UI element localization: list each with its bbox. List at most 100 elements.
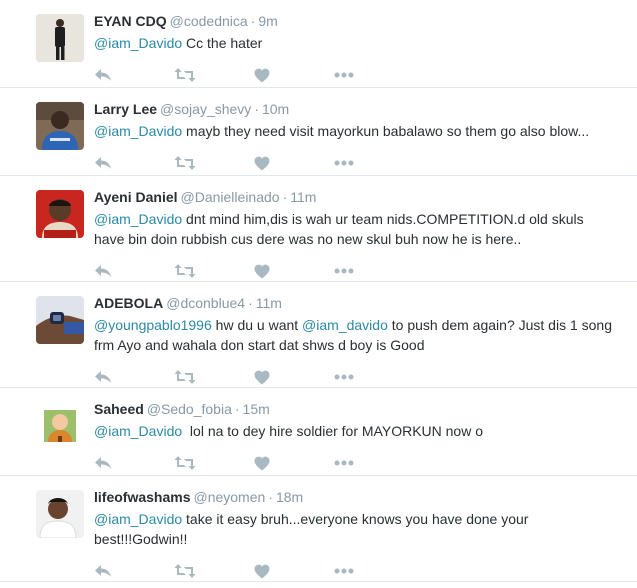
- more-button[interactable]: [334, 561, 414, 581]
- reply-button[interactable]: [94, 453, 174, 473]
- tweet-text: @iam_Davido Cc the hater: [94, 33, 614, 53]
- reply-button[interactable]: [94, 65, 174, 85]
- tweet[interactable]: lifeofwashams @neyomen · 18m @iam_Davido ta…: [0, 476, 637, 582]
- user-handle[interactable]: @Sedo_fobia: [147, 401, 232, 417]
- display-name[interactable]: Ayeni Daniel: [94, 189, 178, 205]
- retweet-icon: [174, 156, 196, 170]
- retweet-icon: [174, 370, 196, 384]
- like-button[interactable]: [254, 65, 334, 85]
- user-handle[interactable]: @sojay_shevy: [160, 101, 251, 117]
- more-button[interactable]: [334, 367, 414, 387]
- avatar-man-white: [36, 490, 84, 538]
- mention-link[interactable]: @iam_Davido: [94, 211, 182, 227]
- timestamp[interactable]: 10m: [262, 101, 289, 117]
- mention-link[interactable]: @youngpablo1996: [94, 317, 212, 333]
- tweet-feed: EYAN CDQ @codednica · 9m @iam_Davido Cc the…: [0, 0, 637, 582]
- user-handle[interactable]: @codednica: [170, 13, 248, 29]
- like-button[interactable]: [254, 153, 334, 173]
- reply-button[interactable]: [94, 261, 174, 281]
- timestamp[interactable]: 11m: [290, 189, 316, 205]
- retweet-button[interactable]: [174, 261, 254, 281]
- display-name[interactable]: Larry Lee: [94, 101, 157, 117]
- avatar[interactable]: [36, 190, 84, 238]
- tweet[interactable]: Ayeni Daniel @Danielleinado · 11m @iam_Davi…: [0, 176, 637, 282]
- more-icon: [334, 72, 354, 78]
- avatar[interactable]: [36, 14, 84, 62]
- mention-link[interactable]: @iam_Davido: [94, 423, 182, 439]
- tweet[interactable]: EYAN CDQ @codednica · 9m @iam_Davido Cc the…: [0, 0, 637, 88]
- like-button[interactable]: [254, 561, 334, 581]
- tweet-actions: [94, 259, 625, 283]
- separator-dot: ·: [282, 189, 288, 205]
- retweet-button[interactable]: [174, 153, 254, 173]
- tweet-body: Cc the hater: [182, 35, 263, 51]
- like-button[interactable]: [254, 261, 334, 281]
- tweet-header: Ayeni Daniel @Danielleinado · 11m: [94, 188, 625, 206]
- retweet-button[interactable]: [174, 561, 254, 581]
- heart-icon: [254, 456, 270, 470]
- avatar[interactable]: [36, 490, 84, 538]
- more-icon: [334, 160, 354, 166]
- tweet-header: ADEBOLA @dconblue4 · 11m: [94, 294, 625, 312]
- mention-link-2[interactable]: @iam_davido: [302, 317, 388, 333]
- tweet-text: @youngpablo1996 hw du u want @iam_davido…: [94, 315, 614, 355]
- timestamp[interactable]: 9m: [258, 13, 277, 29]
- avatar-man-blue: [36, 102, 84, 150]
- tweet-body: mayb they need visit mayorkun babalawo s…: [182, 123, 590, 139]
- reply-icon: [95, 265, 111, 277]
- avatar[interactable]: [36, 402, 84, 450]
- avatar[interactable]: [36, 296, 84, 344]
- like-button[interactable]: [254, 453, 334, 473]
- user-handle[interactable]: @neyomen: [193, 489, 265, 505]
- tweet[interactable]: Larry Lee @sojay_shevy · 10m @iam_Davido ma…: [0, 88, 637, 176]
- like-button[interactable]: [254, 367, 334, 387]
- tweet-actions: [94, 559, 625, 583]
- display-name[interactable]: Saheed: [94, 401, 144, 417]
- display-name[interactable]: EYAN CDQ: [94, 13, 167, 29]
- tweet-text: @iam_Davido take it easy bruh...everyone…: [94, 509, 614, 549]
- user-handle[interactable]: @Danielleinado: [181, 189, 280, 205]
- display-name[interactable]: ADEBOLA: [94, 295, 163, 311]
- more-button[interactable]: [334, 153, 414, 173]
- reply-button[interactable]: [94, 561, 174, 581]
- mention-link[interactable]: @iam_Davido: [94, 123, 182, 139]
- retweet-icon: [174, 456, 196, 470]
- tweet-text: @iam_Davido lol na to dey hire soldier f…: [94, 421, 614, 441]
- more-button[interactable]: [334, 453, 414, 473]
- tweet-header: Saheed @Sedo_fobia · 15m: [94, 400, 625, 418]
- tweet-text: @iam_Davido mayb they need visit mayorku…: [94, 121, 614, 141]
- tweet-actions: [94, 63, 625, 87]
- retweet-icon: [174, 68, 196, 82]
- display-name[interactable]: lifeofwashams: [94, 489, 190, 505]
- timestamp[interactable]: 18m: [276, 489, 303, 505]
- heart-icon: [254, 264, 270, 278]
- mention-link[interactable]: @iam_Davido: [94, 35, 182, 51]
- reply-button[interactable]: [94, 153, 174, 173]
- separator-dot: ·: [248, 295, 253, 311]
- reply-icon: [95, 371, 111, 383]
- avatar[interactable]: [36, 102, 84, 150]
- reply-button[interactable]: [94, 367, 174, 387]
- tweet-actions: [94, 365, 625, 389]
- tweet-actions: [94, 151, 625, 175]
- more-button[interactable]: [334, 65, 414, 85]
- tweet-body-part: hw du u want: [211, 317, 303, 333]
- mention-link[interactable]: @iam_Davido: [94, 511, 182, 527]
- retweet-icon: [174, 564, 196, 578]
- reply-icon: [95, 565, 111, 577]
- tweet[interactable]: Saheed @Sedo_fobia · 15m @iam_Davido lol na…: [0, 388, 637, 476]
- retweet-button[interactable]: [174, 367, 254, 387]
- retweet-icon: [174, 264, 196, 278]
- avatar-man-standing: [36, 14, 84, 62]
- retweet-button[interactable]: [174, 65, 254, 85]
- retweet-button[interactable]: [174, 453, 254, 473]
- more-button[interactable]: [334, 261, 414, 281]
- heart-icon: [254, 370, 270, 384]
- timestamp[interactable]: 15m: [243, 401, 270, 417]
- heart-icon: [254, 564, 270, 578]
- reply-icon: [95, 157, 111, 169]
- timestamp[interactable]: 11m: [256, 295, 282, 311]
- separator-dot: ·: [254, 101, 259, 117]
- tweet[interactable]: ADEBOLA @dconblue4 · 11m @youngpablo1996 hw…: [0, 282, 637, 388]
- user-handle[interactable]: @dconblue4: [166, 295, 245, 311]
